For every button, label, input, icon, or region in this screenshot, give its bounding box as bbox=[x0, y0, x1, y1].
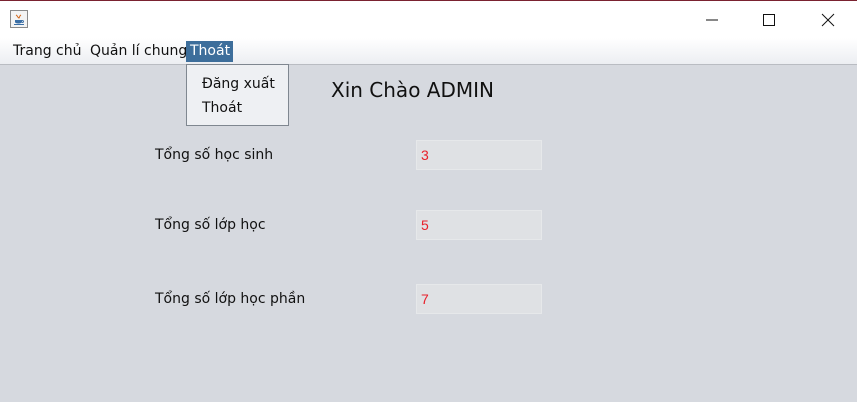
minimize-icon bbox=[706, 19, 718, 21]
menu-item-logout[interactable]: Đăng xuất bbox=[202, 74, 275, 94]
maximize-button[interactable] bbox=[746, 1, 792, 38]
exit-dropdown-menu: Đăng xuất Thoát bbox=[186, 64, 289, 126]
total-classes-label: Tổng số lớp học bbox=[155, 217, 266, 233]
menu-bar: Trang chủ Quản lí chung Thoát bbox=[0, 38, 857, 65]
total-classes-field[interactable]: 5 bbox=[416, 210, 542, 240]
total-students-label: Tổng số học sinh bbox=[155, 147, 274, 163]
java-app-icon[interactable] bbox=[10, 10, 28, 28]
menu-item-exit[interactable]: Thoát bbox=[202, 98, 242, 118]
total-course-classes-field[interactable]: 7 bbox=[416, 284, 542, 314]
title-bar bbox=[0, 0, 857, 38]
close-button[interactable] bbox=[805, 1, 851, 38]
minimize-button[interactable] bbox=[689, 1, 735, 38]
close-icon bbox=[821, 13, 835, 27]
total-course-classes-label: Tổng số lớp học phần bbox=[155, 291, 306, 307]
menu-home[interactable]: Trang chủ bbox=[9, 41, 85, 62]
welcome-heading: Xin Chào ADMIN bbox=[331, 78, 494, 102]
menu-general-management[interactable]: Quản lí chung bbox=[86, 41, 191, 62]
total-students-field[interactable]: 3 bbox=[416, 140, 542, 170]
menu-exit[interactable]: Thoát bbox=[186, 41, 233, 62]
maximize-icon bbox=[763, 14, 775, 26]
